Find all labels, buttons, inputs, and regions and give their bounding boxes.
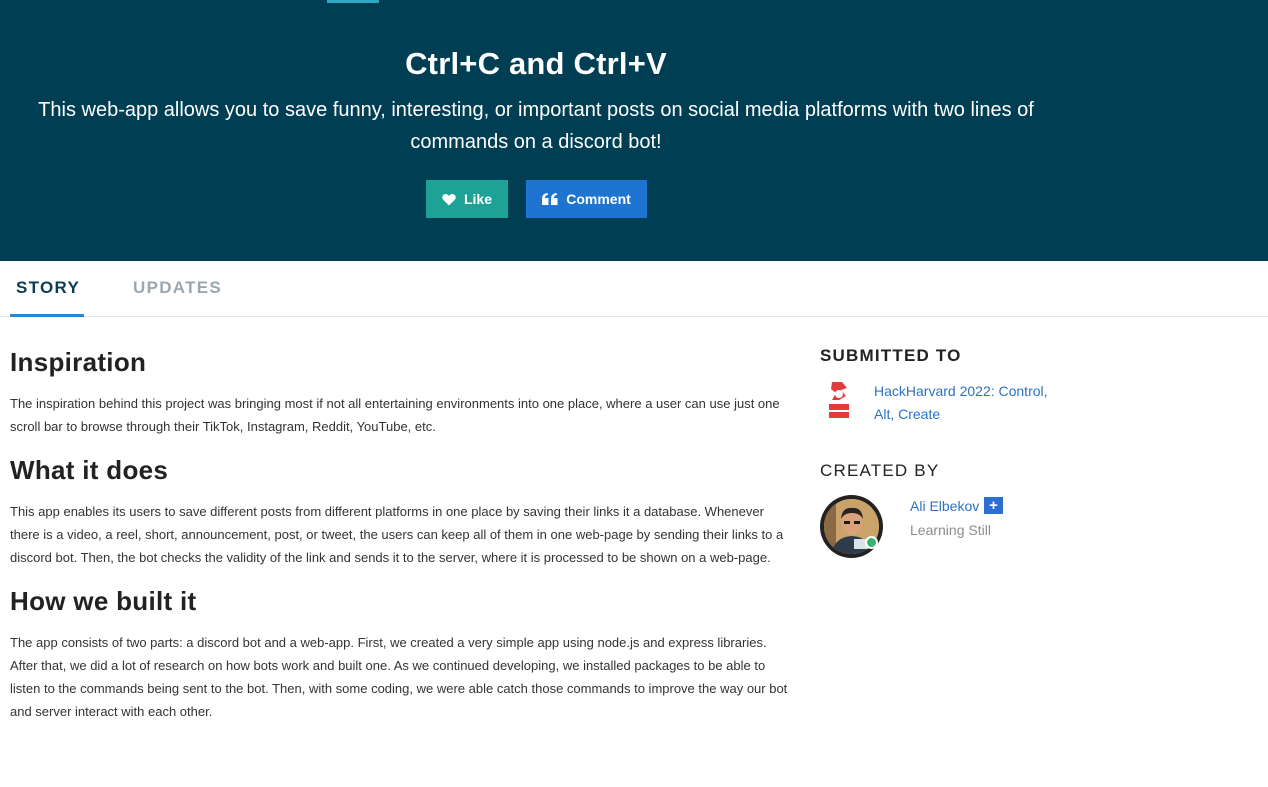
comment-label: Comment bbox=[566, 191, 631, 207]
section-text-how-we-built-it: The app consists of two parts: a discord… bbox=[10, 635, 788, 719]
verified-badge-icon bbox=[865, 536, 878, 549]
tagline-line-1: This web-app allows you to save funny, i… bbox=[38, 99, 1034, 121]
hackathon-link[interactable]: HackHarvard 2022: Control, Alt, Create bbox=[874, 380, 1074, 426]
section-text-what-it-does: This app enables its users to save diffe… bbox=[10, 504, 784, 565]
project-title: Ctrl+C and Ctrl+V bbox=[405, 46, 667, 81]
project-header: Ctrl+C and Ctrl+V This web-app allows yo… bbox=[0, 0, 1268, 261]
project-tabs: STORY UPDATES bbox=[0, 261, 1268, 317]
quote-icon bbox=[542, 193, 558, 205]
tab-story[interactable]: STORY bbox=[10, 261, 84, 317]
section-text-inspiration: The inspiration behind this project was … bbox=[10, 396, 780, 434]
section-heading-how-we-built-it: How we built it bbox=[10, 586, 197, 616]
hackathon-entry: HackHarvard 2022: Control, Alt, Create bbox=[820, 380, 1120, 430]
tagline-line-2: commands on a discord bot! bbox=[410, 131, 662, 153]
creator-name[interactable]: Ali Elbekov bbox=[910, 496, 979, 516]
like-label: Like bbox=[463, 191, 492, 207]
submitted-to-heading: SUBMITTED TO bbox=[820, 346, 962, 365]
project-tagline: This web-app allows you to save funny, i… bbox=[36, 94, 1036, 158]
tab-updates[interactable]: UPDATES bbox=[133, 261, 222, 317]
section-heading-inspiration: Inspiration bbox=[10, 347, 147, 377]
creator-subtitle: Learning Still bbox=[910, 522, 991, 538]
created-by-heading: CREATED BY bbox=[820, 461, 940, 480]
story-content: Inspiration The inspiration behind this … bbox=[10, 340, 790, 733]
hackathon-name-line-1: HackHarvard 2022: Control, bbox=[874, 383, 1048, 399]
follow-plus-icon[interactable]: + bbox=[984, 497, 1003, 514]
like-button[interactable]: Like bbox=[426, 180, 508, 218]
nav-active-indicator bbox=[327, 0, 379, 3]
section-heading-what-it-does: What it does bbox=[10, 455, 169, 485]
hackathon-logo[interactable] bbox=[828, 380, 850, 420]
hackathon-name-line-2: Alt, Create bbox=[874, 406, 941, 422]
heart-icon bbox=[442, 193, 456, 206]
comment-button[interactable]: Comment bbox=[526, 180, 647, 218]
